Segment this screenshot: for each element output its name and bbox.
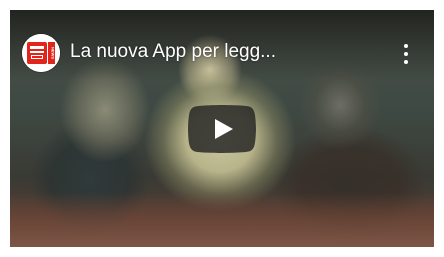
more-vert-icon-dot — [404, 52, 408, 56]
video-player[interactable]: NEWS La nuova App per legg... — [10, 10, 434, 247]
more-vert-icon-dot — [404, 44, 408, 48]
play-button[interactable] — [188, 105, 256, 153]
channel-logo-text: NEWS — [51, 47, 56, 59]
thumbnail-floor — [10, 192, 434, 247]
vatican-news-logo-icon: NEWS — [22, 34, 60, 72]
video-title[interactable]: La nuova App per legg... — [70, 39, 390, 65]
play-icon — [188, 105, 256, 153]
more-options-button[interactable] — [396, 40, 416, 68]
more-vert-icon-dot — [404, 60, 408, 64]
channel-avatar[interactable]: NEWS — [22, 34, 60, 72]
